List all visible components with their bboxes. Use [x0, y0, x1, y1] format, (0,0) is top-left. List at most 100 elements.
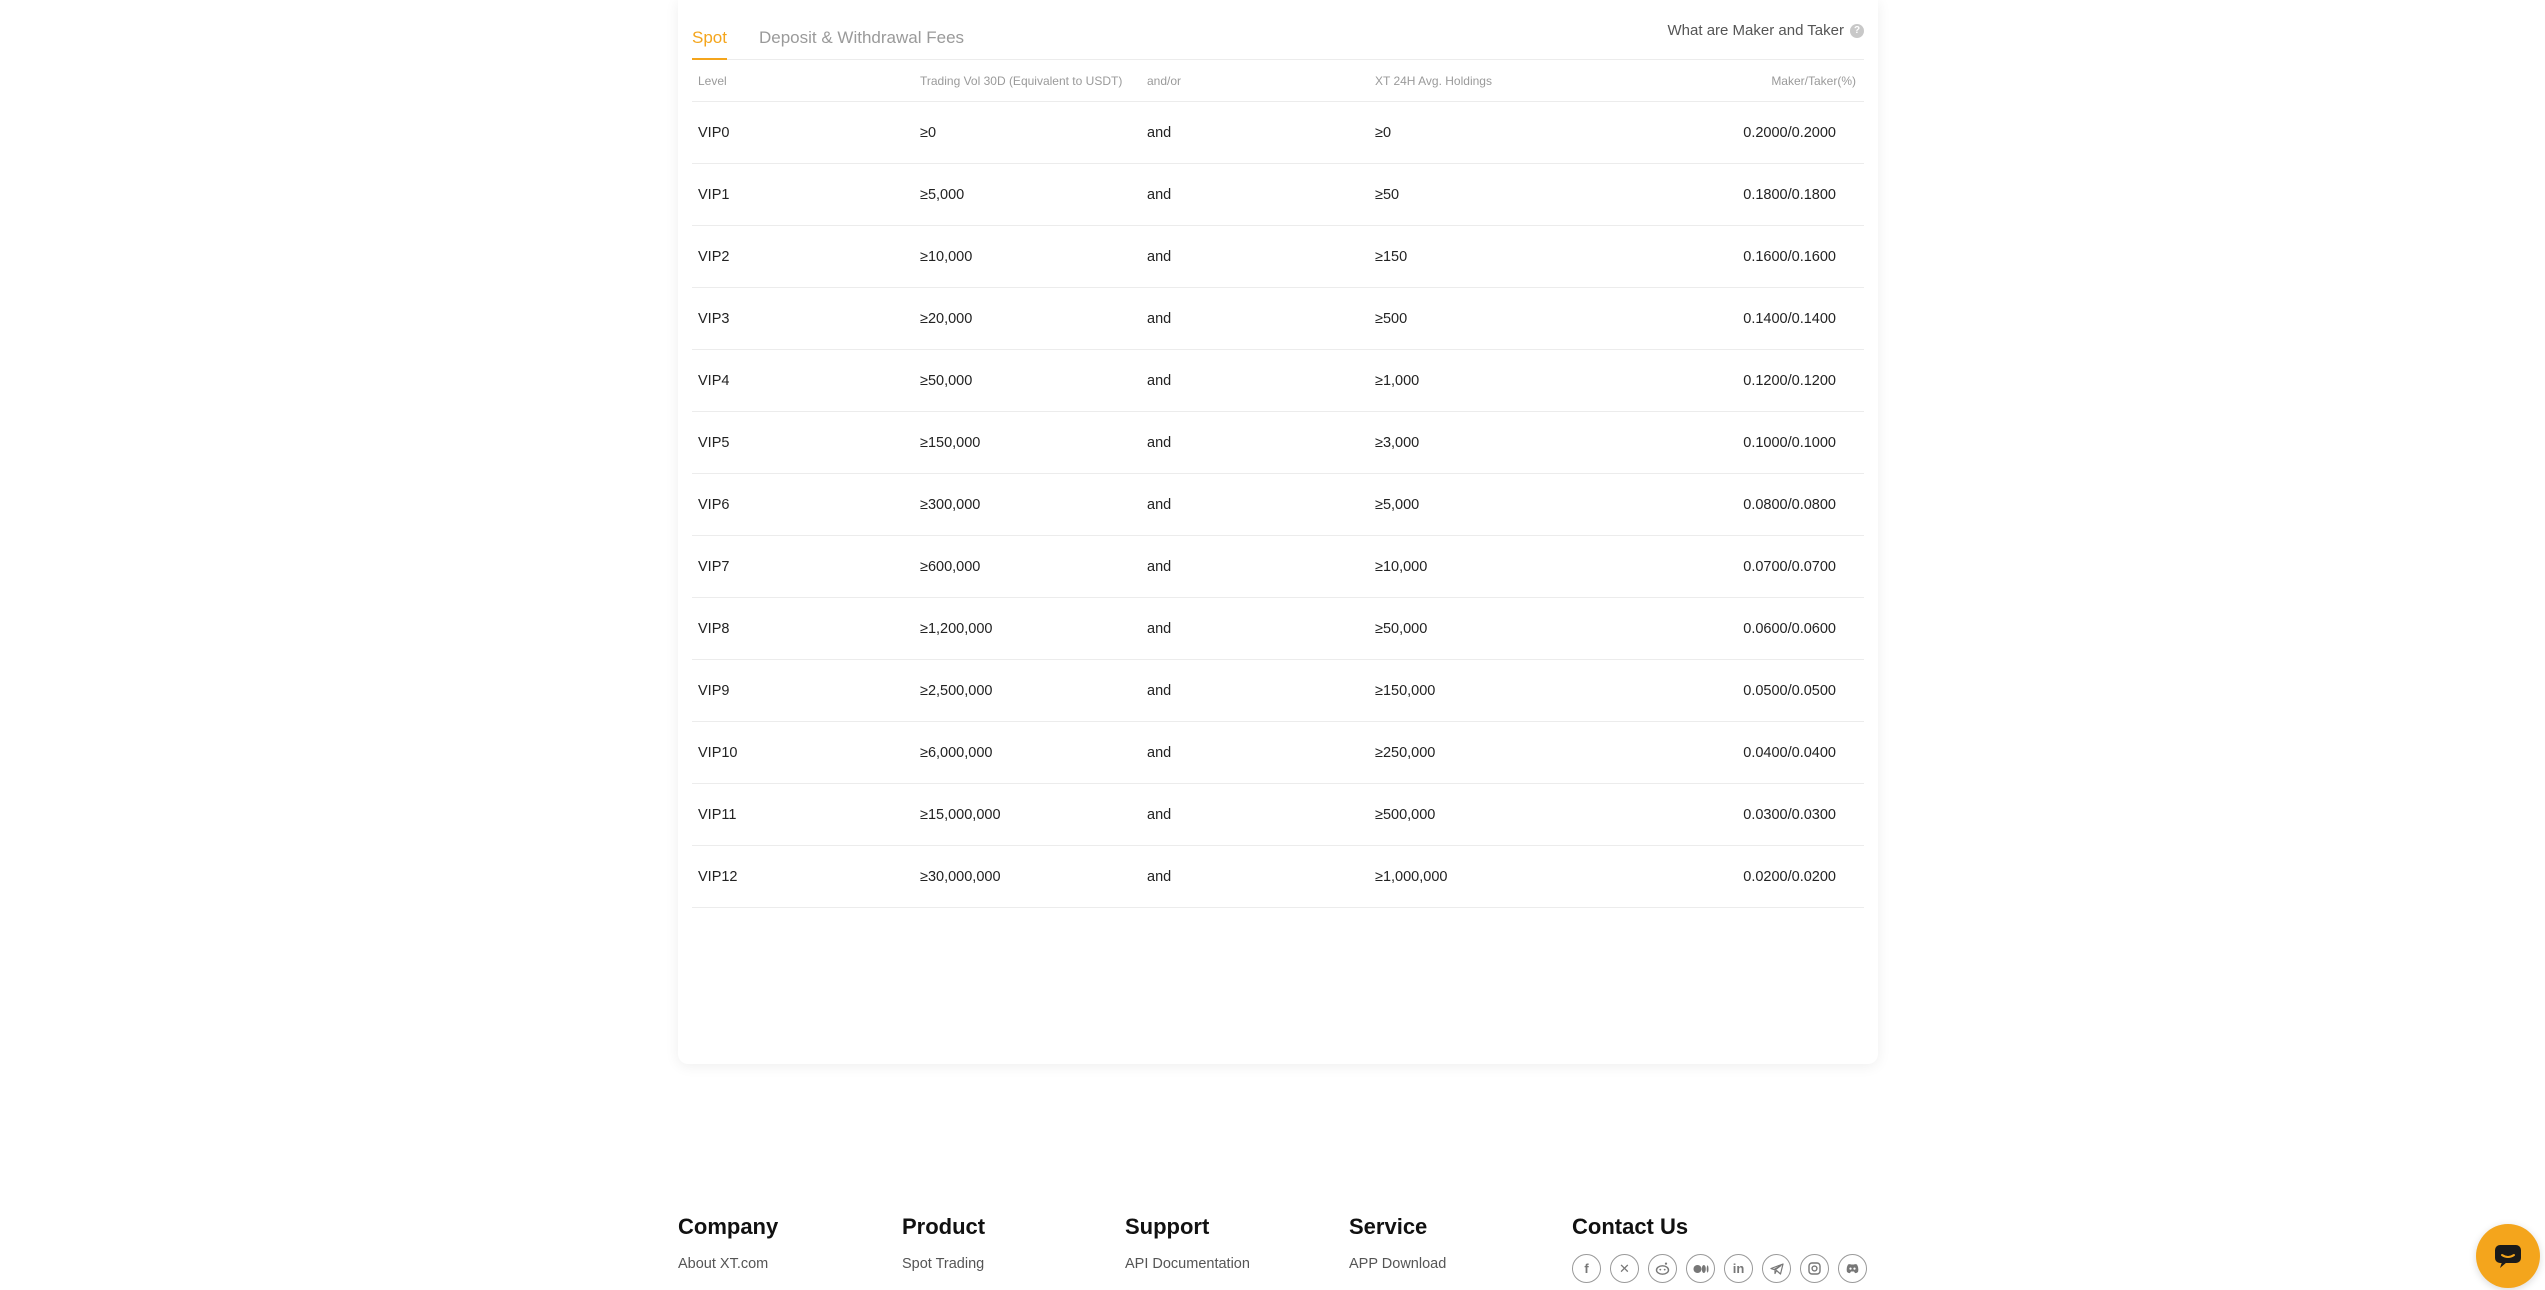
- fee-card: Spot Deposit & Withdrawal Fees What are …: [678, 0, 1878, 1064]
- cell-holdings: ≥150,000: [1375, 682, 1436, 699]
- cell-andor: and: [1147, 372, 1172, 389]
- telegram-icon[interactable]: [1762, 1254, 1791, 1283]
- cell-rate: 0.1000/0.1000: [1743, 434, 1836, 451]
- footer-link-api-docs[interactable]: API Documentation: [1125, 1256, 1250, 1272]
- cell-volume: ≥50,000: [920, 372, 973, 389]
- cell-rate: 0.0500/0.0500: [1743, 682, 1836, 699]
- cell-andor: and: [1147, 682, 1172, 699]
- footer: Company About XT.com Product Spot Tradin…: [678, 1214, 1878, 1290]
- table-row: VIP8 ≥1,200,000 and ≥50,000 0.0600/0.0600: [692, 598, 1864, 660]
- instagram-icon[interactable]: [1800, 1254, 1829, 1283]
- header-rate: Maker/Taker(%): [1771, 73, 1856, 88]
- cell-andor: and: [1147, 434, 1172, 451]
- table-row: VIP5 ≥150,000 and ≥3,000 0.1000/0.1000: [692, 412, 1864, 474]
- cell-rate: 0.0300/0.0300: [1743, 806, 1836, 823]
- cell-level: VIP12: [698, 868, 738, 885]
- cell-level: VIP4: [698, 372, 730, 389]
- facebook-icon[interactable]: f: [1572, 1254, 1601, 1283]
- table-row: VIP6 ≥300,000 and ≥5,000 0.0800/0.0800: [692, 474, 1864, 536]
- cell-level: VIP3: [698, 310, 730, 327]
- cell-level: VIP7: [698, 558, 730, 575]
- cell-level: VIP8: [698, 620, 730, 637]
- cell-andor: and: [1147, 124, 1172, 141]
- chat-support-button[interactable]: [2476, 1224, 2540, 1288]
- footer-contact-title: Contact Us: [1572, 1214, 1689, 1239]
- cell-rate: 0.0700/0.0700: [1743, 558, 1836, 575]
- cell-volume: ≥300,000: [920, 496, 981, 513]
- cell-level: VIP11: [698, 806, 737, 823]
- header-level: Level: [698, 73, 727, 88]
- cell-volume: ≥10,000: [920, 248, 973, 265]
- cell-volume: ≥0: [920, 124, 937, 141]
- social-links: f ✕ in: [1572, 1254, 1867, 1283]
- cell-volume: ≥150,000: [920, 434, 981, 451]
- linkedin-icon[interactable]: in: [1724, 1254, 1753, 1283]
- footer-contact: Contact Us f ✕ in: [1572, 1214, 1867, 1283]
- cell-volume: ≥30,000,000: [920, 868, 1001, 885]
- footer-link-spot-trading[interactable]: Spot Trading: [902, 1256, 985, 1272]
- footer-service: Service APP Download: [1349, 1214, 1446, 1272]
- footer-support: Support API Documentation: [1125, 1214, 1250, 1272]
- tab-deposit-withdrawal-fees[interactable]: Deposit & Withdrawal Fees: [759, 28, 964, 58]
- cell-holdings: ≥0: [1375, 124, 1392, 141]
- cell-holdings: ≥3,000: [1375, 434, 1420, 451]
- question-icon: ?: [1850, 23, 1864, 38]
- cell-andor: and: [1147, 558, 1172, 575]
- cell-andor: and: [1147, 868, 1172, 885]
- cell-level: VIP0: [698, 124, 730, 141]
- discord-icon[interactable]: [1838, 1254, 1867, 1283]
- table-row: VIP1 ≥5,000 and ≥50 0.1800/0.1800: [692, 164, 1864, 226]
- cell-volume: ≥2,500,000: [920, 682, 993, 699]
- table-row: VIP12 ≥30,000,000 and ≥1,000,000 0.0200/0.02…: [692, 846, 1864, 908]
- cell-rate: 0.0800/0.0800: [1743, 496, 1836, 513]
- cell-holdings: ≥50: [1375, 186, 1400, 203]
- table-row: VIP2 ≥10,000 and ≥150 0.1600/0.1600: [692, 226, 1864, 288]
- table-row: VIP10 ≥6,000,000 and ≥250,000 0.0400/0.0400: [692, 722, 1864, 784]
- cell-holdings: ≥500: [1375, 310, 1408, 327]
- footer-product-title: Product: [902, 1214, 986, 1239]
- cell-volume: ≥20,000: [920, 310, 973, 327]
- footer-link-about[interactable]: About XT.com: [678, 1256, 778, 1272]
- cell-volume: ≥600,000: [920, 558, 981, 575]
- tab-spot[interactable]: Spot: [692, 28, 727, 60]
- cell-andor: and: [1147, 496, 1172, 513]
- maker-taker-link[interactable]: What are Maker and Taker ?: [1668, 22, 1864, 39]
- header-holdings: XT 24H Avg. Holdings: [1375, 73, 1492, 88]
- table-row: VIP3 ≥20,000 and ≥500 0.1400/0.1400: [692, 288, 1864, 350]
- table-row: VIP7 ≥600,000 and ≥10,000 0.0700/0.0700: [692, 536, 1864, 598]
- footer-support-title: Support: [1125, 1214, 1210, 1239]
- chat-icon: [2495, 1245, 2521, 1268]
- cell-level: VIP10: [698, 744, 738, 761]
- medium-icon[interactable]: [1686, 1254, 1715, 1283]
- cell-holdings: ≥500,000: [1375, 806, 1436, 823]
- x-icon[interactable]: ✕: [1610, 1254, 1639, 1283]
- cell-andor: and: [1147, 310, 1172, 327]
- cell-andor: and: [1147, 806, 1172, 823]
- cell-volume: ≥15,000,000: [920, 806, 1001, 823]
- reddit-icon[interactable]: [1648, 1254, 1677, 1283]
- cell-rate: 0.0400/0.0400: [1743, 744, 1836, 761]
- table-row: VIP0 ≥0 and ≥0 0.2000/0.2000: [692, 102, 1864, 164]
- cell-holdings: ≥5,000: [1375, 496, 1420, 513]
- cell-level: VIP9: [698, 682, 730, 699]
- cell-rate: 0.1200/0.1200: [1743, 372, 1836, 389]
- footer-link-app-download[interactable]: APP Download: [1349, 1256, 1446, 1272]
- footer-service-title: Service: [1349, 1214, 1428, 1239]
- header-volume: Trading Vol 30D (Equivalent to USDT): [920, 73, 1123, 88]
- cell-andor: and: [1147, 186, 1172, 203]
- cell-holdings: ≥1,000: [1375, 372, 1420, 389]
- cell-rate: 0.1800/0.1800: [1743, 186, 1836, 203]
- cell-rate: 0.0200/0.0200: [1743, 868, 1836, 885]
- cell-rate: 0.1400/0.1400: [1743, 310, 1836, 327]
- tab-bar: Spot Deposit & Withdrawal Fees What are …: [692, 0, 1864, 60]
- table-header: Level Trading Vol 30D (Equivalent to USD…: [692, 60, 1864, 102]
- cell-holdings: ≥50,000: [1375, 620, 1428, 637]
- cell-level: VIP6: [698, 496, 730, 513]
- table-row: VIP4 ≥50,000 and ≥1,000 0.1200/0.1200: [692, 350, 1864, 412]
- footer-company: Company About XT.com: [678, 1214, 778, 1272]
- cell-holdings: ≥150: [1375, 248, 1408, 265]
- header-andor: and/or: [1147, 73, 1182, 88]
- table-body: VIP0 ≥0 and ≥0 0.2000/0.2000 VIP1 ≥5,000 and ≥50…: [692, 102, 1864, 908]
- cell-rate: 0.2000/0.2000: [1743, 124, 1836, 141]
- table-row: VIP11 ≥15,000,000 and ≥500,000 0.0300/0.0300: [692, 784, 1864, 846]
